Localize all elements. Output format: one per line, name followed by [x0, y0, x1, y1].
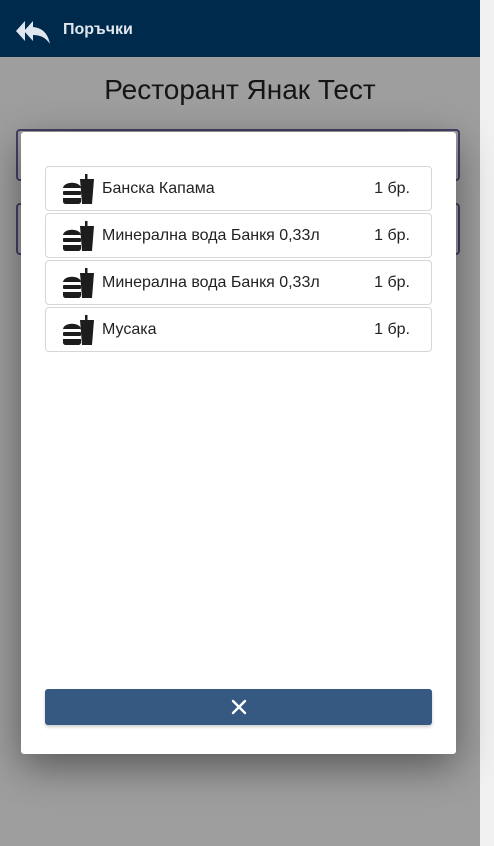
scrollbar[interactable] [480, 0, 494, 846]
close-icon [231, 699, 246, 715]
list-item[interactable]: Банска Капама 1 бр. [45, 166, 432, 211]
burger-drink-icon [63, 268, 94, 298]
order-items-list: Банска Капама 1 бр. Минерална вода Банкя… [45, 166, 432, 354]
item-quantity: 1 бр. [374, 273, 410, 291]
item-quantity: 1 бр. [374, 226, 410, 244]
list-item[interactable]: Мусака 1 бр. [45, 307, 432, 352]
close-dialog-button[interactable] [45, 689, 432, 725]
item-name: Минерална вода Банкя 0,33л [102, 273, 320, 291]
item-name: Банска Капама [102, 179, 215, 197]
order-details-dialog: Банска Капама 1 бр. Минерална вода Банкя… [21, 132, 456, 754]
header-title: Поръчки [63, 21, 133, 38]
burger-drink-icon [63, 315, 94, 345]
list-item[interactable]: Минерална вода Банкя 0,33л 1 бр. [45, 260, 432, 305]
burger-drink-icon [63, 174, 94, 204]
item-quantity: 1 бр. [374, 320, 410, 338]
app-header: Поръчки [0, 0, 480, 57]
list-item[interactable]: Минерална вода Банкя 0,33л 1 бр. [45, 213, 432, 258]
item-name: Минерална вода Банкя 0,33л [102, 226, 320, 244]
item-name: Мусака [102, 320, 157, 338]
double-reply-arrow-icon[interactable] [15, 19, 51, 45]
burger-drink-icon [63, 221, 94, 251]
item-quantity: 1 бр. [374, 179, 410, 197]
